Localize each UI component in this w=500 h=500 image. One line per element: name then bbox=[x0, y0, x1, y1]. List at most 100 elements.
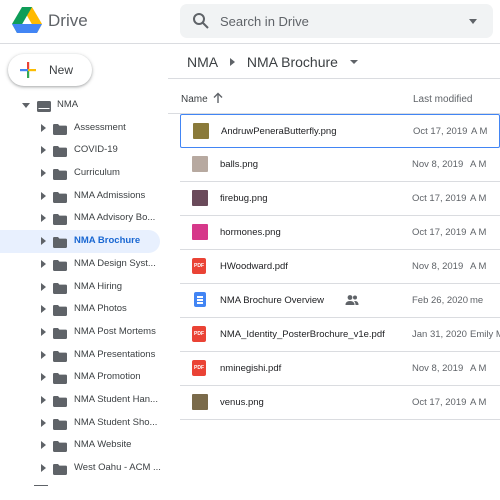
sort-ascending-arrow-icon[interactable] bbox=[212, 92, 224, 104]
folder-tree: NMA Assessment COVID-19 Curriculum NMA Admis… bbox=[0, 94, 168, 480]
expand-arrow-icon[interactable] bbox=[41, 191, 46, 200]
folder-icon bbox=[53, 326, 67, 339]
google-doc-icon bbox=[192, 292, 208, 308]
expand-arrow-icon[interactable] bbox=[41, 464, 46, 472]
pdf-file-icon: PDF bbox=[192, 360, 208, 376]
expand-arrow-icon[interactable] bbox=[41, 327, 46, 336]
tree-item-folder[interactable]: NMA Post Mortems bbox=[0, 321, 160, 344]
file-row[interactable]: venus.png Oct 17, 2019 A M bbox=[180, 386, 500, 420]
file-modified-date: Oct 17, 2019 bbox=[412, 193, 467, 204]
file-modified-date: Oct 17, 2019 bbox=[412, 397, 467, 408]
file-modified-date: Jan 31, 2020 bbox=[412, 329, 467, 340]
pdf-badge: PDF bbox=[192, 360, 206, 376]
file-name: HWoodward.pdf bbox=[220, 261, 288, 272]
file-row[interactable]: hormones.png Oct 17, 2019 A M bbox=[180, 216, 500, 250]
file-modified-date: Feb 26, 2020 bbox=[412, 295, 468, 306]
tree-item-folder[interactable]: NMA Advisory Bo... bbox=[0, 207, 160, 230]
file-modified-by: A M bbox=[470, 227, 487, 238]
file-row[interactable]: firebug.png Oct 17, 2019 A M bbox=[180, 182, 500, 216]
folder-icon bbox=[53, 212, 67, 226]
breadcrumb-divider bbox=[168, 78, 500, 79]
breadcrumb: NMA NMA Brochure bbox=[187, 53, 358, 75]
search-icon[interactable] bbox=[192, 12, 210, 30]
tree-item-folder[interactable]: NMA Presentations bbox=[0, 344, 160, 367]
file-row[interactable]: PDF nminegishi.pdf Nov 8, 2019 A M bbox=[180, 352, 500, 386]
image-thumbnail-icon bbox=[192, 224, 208, 240]
tree-item-label: NMA Student Sho... bbox=[74, 416, 158, 428]
file-row[interactable]: PDF NMA_Identity_PosterBrochure_v1e.pdf Ja… bbox=[180, 318, 500, 352]
breadcrumb-current[interactable]: NMA Brochure bbox=[247, 54, 338, 70]
tree-item-label: NMA Post Mortems bbox=[74, 325, 156, 337]
pdf-file-icon: PDF bbox=[192, 326, 208, 342]
tree-item-folder[interactable]: Assessment bbox=[0, 117, 160, 140]
expand-arrow-icon[interactable] bbox=[41, 305, 46, 314]
folder-icon bbox=[53, 394, 67, 407]
expand-arrow-icon[interactable] bbox=[41, 282, 46, 291]
file-name: nminegishi.pdf bbox=[220, 363, 282, 374]
column-headers: Name Last modified bbox=[168, 88, 500, 114]
file-name: hormones.png bbox=[220, 227, 281, 238]
folder-icon bbox=[53, 190, 67, 203]
drive-logo-icon[interactable] bbox=[12, 7, 42, 34]
expand-arrow-icon[interactable] bbox=[41, 123, 46, 132]
expand-arrow-icon[interactable] bbox=[41, 214, 46, 223]
file-modified-by: A M bbox=[470, 193, 487, 204]
expand-arrow-icon[interactable] bbox=[41, 146, 46, 155]
collapse-arrow-icon[interactable] bbox=[22, 103, 30, 108]
expand-arrow-icon[interactable] bbox=[41, 395, 46, 404]
tree-item-folder[interactable]: Curriculum bbox=[0, 162, 160, 185]
expand-arrow-icon[interactable] bbox=[41, 373, 46, 382]
expand-arrow-icon[interactable] bbox=[41, 169, 46, 178]
folder-icon bbox=[53, 258, 67, 271]
tree-item-folder[interactable]: COVID-19 bbox=[0, 139, 160, 162]
file-row[interactable]: PDF HWoodward.pdf Nov 8, 2019 A M bbox=[180, 250, 500, 284]
search-options-dropdown-icon[interactable] bbox=[469, 19, 477, 24]
file-row[interactable]: balls.png Nov 8, 2019 A M bbox=[180, 148, 500, 182]
file-modified-by: A M bbox=[470, 363, 487, 374]
tree-item-folder[interactable]: NMA Website bbox=[0, 434, 160, 457]
tree-item-folder[interactable]: NMA Student Han... bbox=[0, 389, 160, 412]
tree-item-folder[interactable]: NMA Promotion bbox=[0, 366, 160, 389]
new-button-label: New bbox=[49, 63, 74, 77]
folder-icon bbox=[53, 371, 67, 385]
tree-item-folder[interactable]: NMA Hiring bbox=[0, 276, 160, 299]
file-name: balls.png bbox=[220, 159, 259, 170]
tree-item-folder[interactable]: West Oahu - ACM ... bbox=[0, 457, 161, 480]
file-row[interactable]: NMA Brochure Overview Feb 26, 2020 me bbox=[180, 284, 500, 318]
file-modified-by: A M bbox=[470, 261, 487, 272]
tree-item-label: NMA Advisory Bo... bbox=[74, 212, 156, 224]
file-modified-date: Oct 17, 2019 bbox=[413, 126, 468, 137]
folder-icon bbox=[53, 235, 67, 249]
new-button[interactable]: New bbox=[8, 54, 92, 86]
pdf-badge: PDF bbox=[192, 326, 206, 342]
expand-arrow-icon[interactable] bbox=[41, 350, 46, 359]
sidebar-divider bbox=[34, 485, 48, 486]
folder-icon bbox=[53, 349, 67, 362]
breadcrumb-parent[interactable]: NMA bbox=[187, 54, 218, 70]
search-input[interactable] bbox=[220, 4, 460, 38]
expand-arrow-icon[interactable] bbox=[41, 259, 46, 268]
file-name: venus.png bbox=[220, 397, 264, 408]
search-bar[interactable] bbox=[180, 4, 493, 38]
column-header-name[interactable]: Name bbox=[181, 94, 208, 105]
file-modified-by: A M bbox=[470, 397, 487, 408]
folder-icon bbox=[53, 439, 67, 453]
expand-arrow-icon[interactable] bbox=[41, 237, 46, 246]
expand-arrow-icon[interactable] bbox=[41, 418, 46, 427]
tree-item-folder[interactable]: NMA Brochure bbox=[0, 230, 160, 253]
file-name: NMA_Identity_PosterBrochure_v1e.pdf bbox=[220, 329, 385, 340]
tree-item-label: West Oahu - ACM ... bbox=[74, 462, 161, 473]
file-modified-by: A M bbox=[470, 159, 487, 170]
shared-drive-icon bbox=[37, 99, 51, 112]
file-name: NMA Brochure Overview bbox=[220, 295, 325, 306]
tree-item-folder[interactable]: NMA Admissions bbox=[0, 185, 160, 208]
tree-item-root[interactable]: NMA bbox=[0, 94, 160, 117]
tree-item-folder[interactable]: NMA Design Syst... bbox=[0, 253, 160, 276]
tree-item-folder[interactable]: NMA Photos bbox=[0, 298, 160, 321]
image-thumbnail-icon bbox=[192, 156, 208, 172]
folder-menu-dropdown-icon[interactable] bbox=[349, 60, 358, 65]
tree-item-folder[interactable]: NMA Student Sho... bbox=[0, 412, 160, 435]
column-header-last-modified[interactable]: Last modified bbox=[413, 94, 472, 105]
file-row[interactable]: AndruwPeneraButterfly.png Oct 17, 2019 A M bbox=[180, 114, 500, 148]
expand-arrow-icon[interactable] bbox=[41, 441, 46, 450]
